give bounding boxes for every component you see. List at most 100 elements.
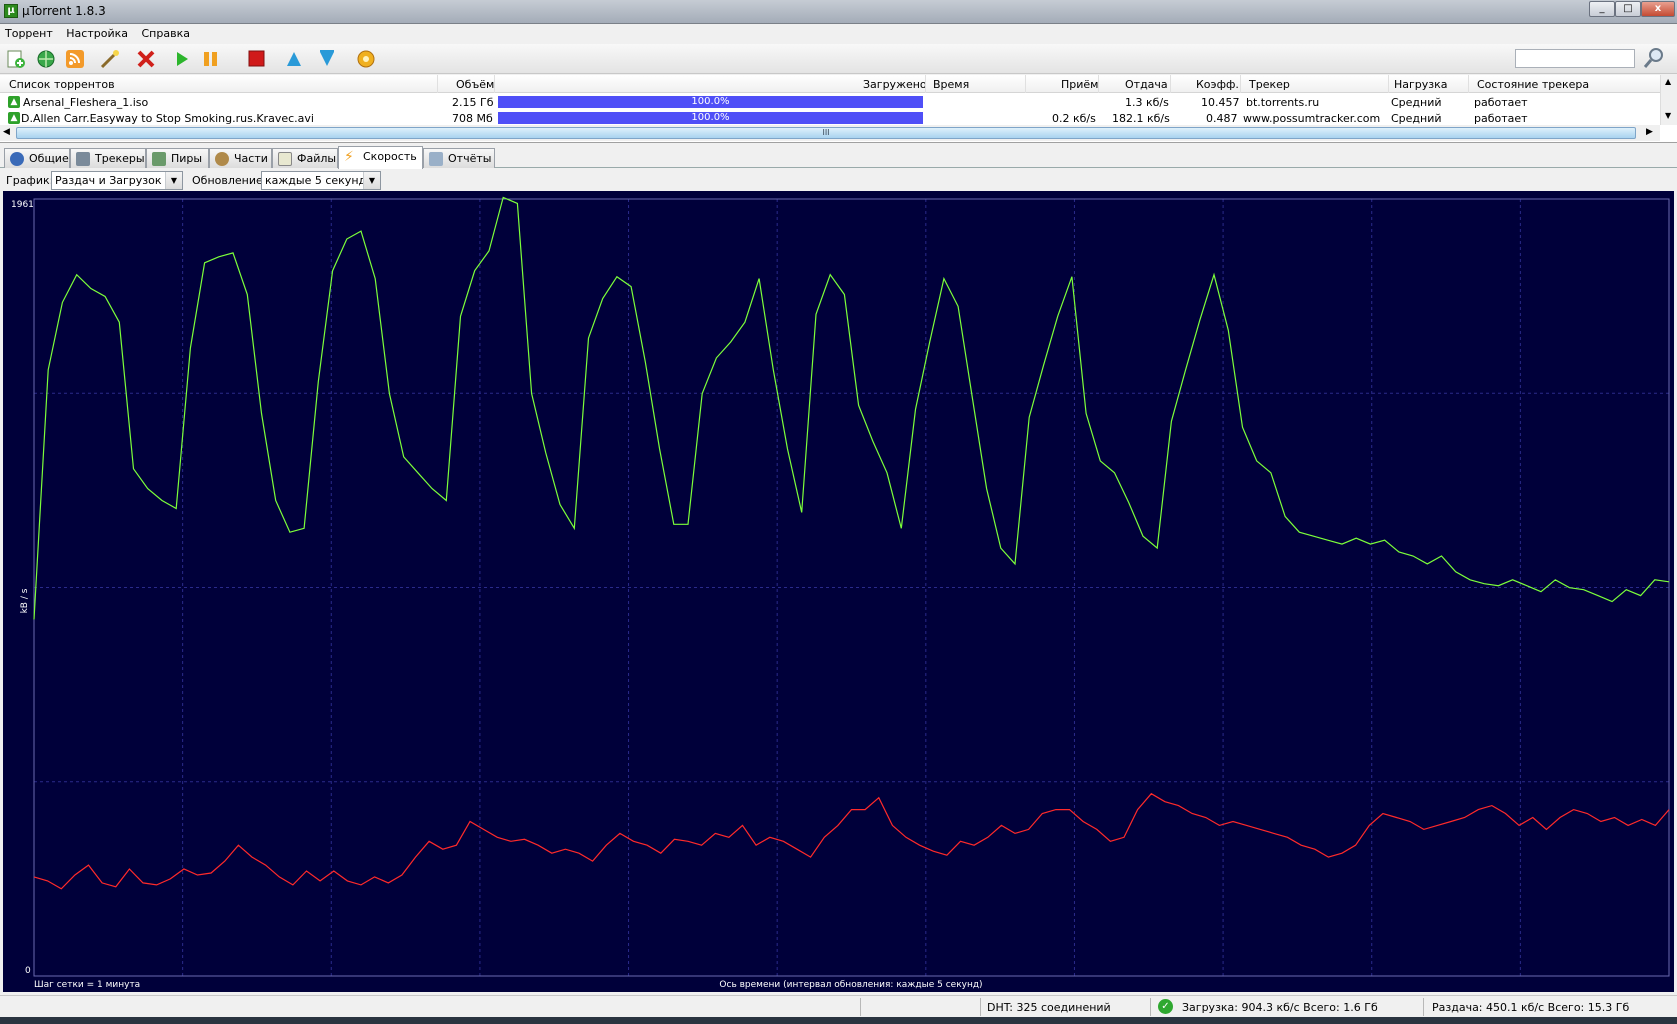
col-done[interactable]: Загружено xyxy=(863,78,927,91)
tab-logger[interactable]: Отчёты xyxy=(423,148,495,168)
grid-step-label: Шаг сетки = 1 минута xyxy=(34,980,140,990)
menu-help[interactable]: Справка xyxy=(137,24,195,40)
scroll-down-icon[interactable]: ▼ xyxy=(1665,111,1671,120)
torrent-up: 182.1 кб/s xyxy=(1112,112,1170,124)
tab-label: Трекеры xyxy=(95,152,145,165)
horizontal-scrollbar[interactable]: ◀ III ▶ xyxy=(0,125,1660,141)
title-bar: µ µTorrent 1.8.3 _ □ x xyxy=(0,0,1677,24)
scroll-left-icon[interactable]: ◀ xyxy=(3,127,10,137)
stop-icon[interactable] xyxy=(246,49,268,69)
seeding-icon: ▲ xyxy=(8,112,20,124)
menu-settings[interactable]: Настройка xyxy=(61,24,133,40)
upload-status: Раздача: 450.1 кб/с Всего: 15.3 Гб xyxy=(1432,1001,1630,1014)
preferences-icon[interactable] xyxy=(355,49,377,69)
tab-label: Пиры xyxy=(171,152,203,165)
torrent-tracker-status: работает xyxy=(1474,96,1528,109)
peers-icon xyxy=(152,152,166,166)
torrent-row[interactable]: ▲ Arsenal_Fleshera_1.iso 2.15 Гб 100.0% … xyxy=(0,94,1660,110)
seeding-icon: ▲ xyxy=(8,96,20,108)
create-torrent-icon[interactable] xyxy=(99,49,121,69)
col-eta[interactable]: Время xyxy=(933,78,969,91)
y-axis-label: kB / s xyxy=(20,588,30,613)
col-tracker[interactable]: Трекер xyxy=(1249,78,1290,91)
tab-peers[interactable]: Пиры xyxy=(146,148,209,168)
col-load[interactable]: Нагрузка xyxy=(1394,78,1448,91)
col-down[interactable]: Приём xyxy=(1061,78,1098,91)
tab-label: Отчёты xyxy=(448,152,492,165)
torrent-ratio: 0.487 xyxy=(1206,112,1238,124)
update-interval-value: каждые 5 секунд xyxy=(265,174,367,187)
torrent-down: 0.2 кб/s xyxy=(1052,112,1096,124)
time-axis-label: Ось времени (интервал обновления: каждые… xyxy=(719,980,982,990)
graph-label: График: xyxy=(6,174,54,187)
start-icon[interactable] xyxy=(171,49,193,69)
menu-torrent[interactable]: Торрент xyxy=(0,24,58,40)
y-min-label: 0 xyxy=(25,966,31,976)
dht-status: DHT: 325 соединений xyxy=(987,1001,1111,1014)
pieces-icon xyxy=(215,152,229,166)
connection-ok-icon: ✓ xyxy=(1158,999,1173,1014)
series-layer xyxy=(33,196,1670,890)
rss-icon[interactable] xyxy=(64,49,86,69)
scroll-thumb[interactable]: III xyxy=(16,127,1636,139)
tab-label: Части xyxy=(234,152,268,165)
chevron-down-icon: ▼ xyxy=(165,172,182,189)
add-torrent-icon[interactable] xyxy=(5,49,27,69)
speed-icon: ⚡ xyxy=(344,149,354,165)
progress-bar: 100.0% xyxy=(498,112,923,124)
graph-type-select[interactable]: Раздач и Загрузок ▼ xyxy=(51,171,183,190)
toolbar xyxy=(0,44,1677,74)
move-down-icon[interactable] xyxy=(316,49,338,69)
close-button[interactable]: x xyxy=(1641,1,1675,17)
pause-icon[interactable] xyxy=(200,49,222,69)
status-bar: DHT: 325 соединений ✓ Загрузка: 904.3 кб… xyxy=(0,995,1677,1017)
trackers-icon xyxy=(76,152,90,166)
window-title: µTorrent 1.8.3 xyxy=(22,4,106,18)
tab-general[interactable]: Общие xyxy=(4,148,70,168)
col-name[interactable]: Список торрентов xyxy=(9,78,115,91)
grid xyxy=(34,199,1669,976)
tab-trackers[interactable]: Трекеры xyxy=(70,148,146,168)
chevron-down-icon: ▼ xyxy=(363,172,380,189)
remove-icon[interactable] xyxy=(135,49,157,69)
tab-label: Скорость xyxy=(363,150,417,163)
tab-label: Файлы xyxy=(297,152,337,165)
speed-graph: 1961 0 kB / s Шаг сетки = 1 минута Ось в… xyxy=(3,191,1674,992)
col-tracker-status[interactable]: Состояние трекера xyxy=(1477,78,1589,91)
files-icon xyxy=(278,152,292,166)
y-max-label: 1961 xyxy=(11,200,34,210)
torrent-list: Список торрентов Объём Загружено Время П… xyxy=(0,75,1677,143)
maximize-button[interactable]: □ xyxy=(1615,1,1641,17)
tab-pieces[interactable]: Части xyxy=(209,148,272,168)
vertical-scrollbar[interactable]: ▲ ▼ xyxy=(1660,75,1677,125)
col-up[interactable]: Отдача xyxy=(1125,78,1168,91)
torrent-tracker: bt.torrents.ru xyxy=(1246,96,1320,109)
update-interval-select[interactable]: каждые 5 секунд ▼ xyxy=(261,171,381,190)
col-size[interactable]: Объём xyxy=(456,78,494,91)
progress-text: 100.0% xyxy=(691,112,730,123)
taskbar-edge xyxy=(0,1017,1677,1024)
torrent-up: 1.3 кб/s xyxy=(1125,96,1169,109)
update-label: Обновление: xyxy=(192,174,267,187)
graph-type-value: Раздач и Загрузок xyxy=(55,174,162,187)
download-status: Загрузка: 904.3 кб/с Всего: 1.6 Гб xyxy=(1182,1001,1378,1014)
torrent-row[interactable]: ▲ D.Allen Carr.Easyway to Stop Smoking.r… xyxy=(0,110,1660,124)
scroll-up-icon[interactable]: ▲ xyxy=(1665,77,1671,86)
menu-bar: Торрент Настройка Справка xyxy=(0,24,1677,44)
torrent-load: Средний xyxy=(1391,96,1442,109)
tab-label: Общие xyxy=(29,152,69,165)
info-icon xyxy=(10,152,24,166)
detail-tabs: Общие Трекеры Пиры Части Файлы ⚡ Скорост… xyxy=(0,146,1677,169)
tab-speed[interactable]: ⚡ Скорость xyxy=(338,146,423,169)
search-input[interactable] xyxy=(1515,49,1635,68)
minimize-button[interactable]: _ xyxy=(1589,1,1615,17)
col-ratio[interactable]: Коэфф. xyxy=(1196,78,1239,91)
speed-chart: 1961 0 kB / s Шаг сетки = 1 минута Ось в… xyxy=(11,196,1670,990)
search-icon[interactable] xyxy=(1642,46,1666,70)
tab-files[interactable]: Файлы xyxy=(272,148,338,168)
download-series-line xyxy=(33,792,1670,890)
scroll-right-icon[interactable]: ▶ xyxy=(1646,127,1653,137)
move-up-icon[interactable] xyxy=(283,49,305,69)
torrent-ratio: 10.457 xyxy=(1201,96,1240,109)
add-url-icon[interactable] xyxy=(35,49,57,69)
